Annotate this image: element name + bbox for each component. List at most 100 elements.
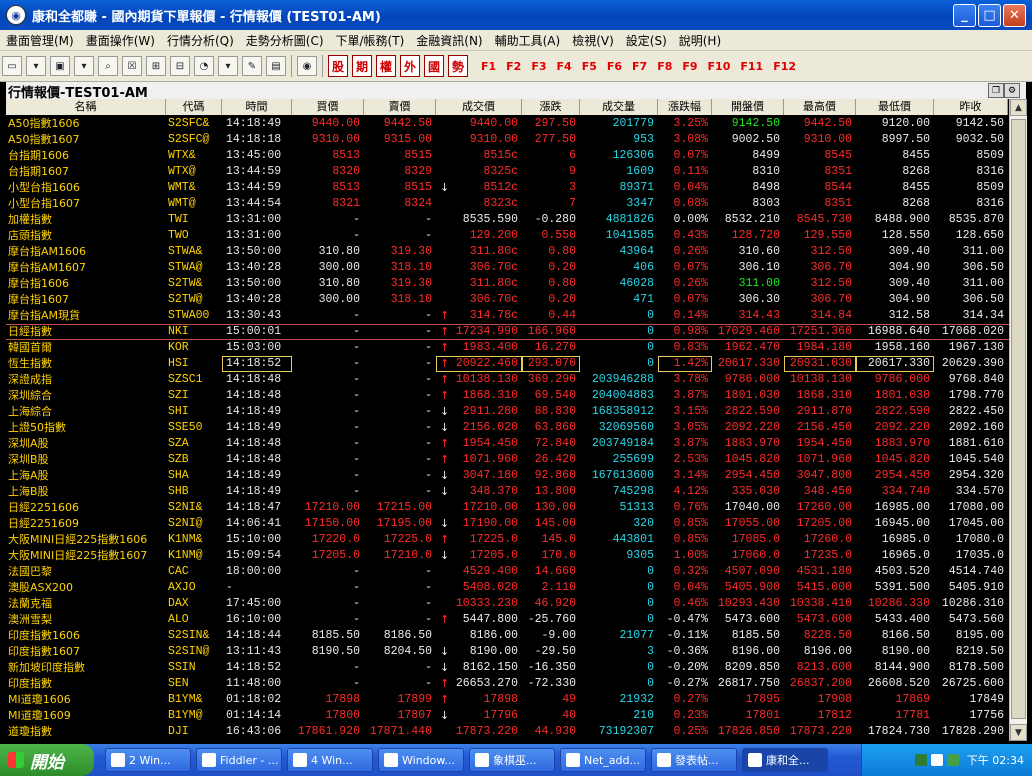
cell-name[interactable]: 印度指數 [6, 676, 166, 692]
column-header-low[interactable]: 最低價 [856, 99, 934, 115]
cell-name[interactable]: 上證50指數 [6, 420, 166, 436]
cell-name[interactable]: 深圳B股 [6, 452, 166, 468]
fkey-button-9[interactable]: F10 [708, 60, 731, 73]
fkey-button-2[interactable]: F3 [531, 60, 546, 73]
column-header-name[interactable]: 名稱 [6, 99, 166, 115]
panel-icon[interactable]: ⊟ [170, 56, 190, 76]
close-window-icon[interactable]: ☒ [122, 56, 142, 76]
market-button-0[interactable]: 股 [328, 55, 348, 77]
column-header-ask[interactable]: 賣價 [364, 99, 436, 115]
cell-name[interactable]: MI道瓊1606 [6, 692, 166, 708]
cell-name[interactable]: 摩台指1606 [6, 276, 166, 292]
cell-name[interactable]: 摩台指1607 [6, 292, 166, 308]
cell-name[interactable]: 店頭指數 [6, 228, 166, 244]
cell-name[interactable]: 摩台指AM1607 [6, 260, 166, 276]
cell-name[interactable]: 印度指數1606 [6, 628, 166, 644]
quote-table[interactable]: 名稱 代碼 時間 買價 賣價 成交價 漲跌 成交量 漲跌幅 開盤價 最高價 最低價 昨收 A50指數160… [6, 99, 1009, 741]
menu-item-5[interactable]: 金融資訊(N) [410, 32, 488, 49]
cell-name[interactable]: 深圳綜合 [6, 388, 166, 404]
fkey-button-10[interactable]: F11 [740, 60, 763, 73]
taskbar-item-5[interactable]: Net_add... [560, 748, 646, 772]
cell-name[interactable]: 上海綜合 [6, 404, 166, 420]
cell-name[interactable]: 深圳A股 [6, 436, 166, 452]
column-header-price[interactable]: 成交價 [436, 99, 522, 115]
menu-item-2[interactable]: 行情分析(Q) [161, 32, 240, 49]
layout-icon[interactable]: ▭ [2, 56, 22, 76]
fkey-button-1[interactable]: F2 [506, 60, 521, 73]
menu-item-9[interactable]: 說明(H) [673, 32, 727, 49]
column-header-chg[interactable]: 漲跌 [522, 99, 580, 115]
shield-icon[interactable] [946, 754, 959, 766]
maximize-button[interactable]: □ [978, 4, 1001, 27]
cell-name[interactable]: A50指數1607 [6, 132, 166, 148]
scroll-thumb[interactable] [1011, 119, 1026, 719]
settings-icon[interactable]: ⚙ [1004, 83, 1020, 98]
cell-name[interactable]: 小型台指1606 [6, 180, 166, 196]
fkey-button-7[interactable]: F8 [657, 60, 672, 73]
restore-icon[interactable]: ❐ [988, 83, 1004, 98]
menu-item-7[interactable]: 檢視(V) [566, 32, 620, 49]
column-header-pct[interactable]: 漲跌幅 [658, 99, 712, 115]
cell-name[interactable]: 恆生指數 [6, 356, 166, 372]
column-header-time[interactable]: 時間 [222, 99, 292, 115]
fkey-button-0[interactable]: F1 [481, 60, 496, 73]
cell-name[interactable]: 日經指數 [6, 324, 166, 340]
start-button[interactable]: 開始 [0, 744, 94, 776]
menu-item-1[interactable]: 畫面操作(W) [80, 32, 161, 49]
menu-item-8[interactable]: 設定(S) [620, 32, 673, 49]
market-button-4[interactable]: 國 [424, 55, 444, 77]
cell-name[interactable]: 摩台指AM現貨 [6, 308, 166, 324]
fkey-button-3[interactable]: F4 [557, 60, 572, 73]
cell-name[interactable]: 印度指數1607 [6, 644, 166, 660]
grid-icon[interactable]: ⊞ [146, 56, 166, 76]
dropdown-arrow-icon[interactable]: ▾ [218, 56, 238, 76]
market-button-5[interactable]: 勢 [448, 55, 468, 77]
cell-name[interactable]: 深證成指 [6, 372, 166, 388]
logo-button-icon[interactable]: ◉ [297, 56, 317, 76]
cell-name[interactable]: 法國巴黎 [6, 564, 166, 580]
taskbar-item-4[interactable]: 象棋巫... [469, 748, 555, 772]
pen-icon[interactable]: ✎ [242, 56, 262, 76]
column-header-bid[interactable]: 買價 [292, 99, 364, 115]
taskbar-item-1[interactable]: Fiddler - ... [196, 748, 282, 772]
scroll-up-icon[interactable]: ▲ [1010, 99, 1027, 116]
fkey-button-4[interactable]: F5 [582, 60, 597, 73]
cell-name[interactable]: 韓國首爾 [6, 340, 166, 356]
column-header-prev[interactable]: 昨收 [934, 99, 1008, 115]
dropdown-arrow-icon[interactable]: ▾ [74, 56, 94, 76]
column-header-open[interactable]: 開盤價 [712, 99, 784, 115]
cell-name[interactable]: 大阪MINI日經225指數1607 [6, 548, 166, 564]
fkey-button-11[interactable]: F12 [773, 60, 796, 73]
market-button-2[interactable]: 權 [376, 55, 396, 77]
taskbar-item-0[interactable]: 2 Win... [105, 748, 191, 772]
cell-name[interactable]: 新加坡印度指數 [6, 660, 166, 676]
menu-item-3[interactable]: 走勢分析圖(C) [240, 32, 330, 49]
fkey-button-5[interactable]: F6 [607, 60, 622, 73]
cell-name[interactable]: A50指數1606 [6, 116, 166, 132]
cell-name[interactable]: 澳洲雪梨 [6, 612, 166, 628]
column-header-high[interactable]: 最高價 [784, 99, 856, 115]
cell-name[interactable]: 道瓊指數 [6, 724, 166, 740]
cell-name[interactable]: 小型台指1607 [6, 196, 166, 212]
close-button[interactable]: ✕ [1003, 4, 1026, 27]
menu-item-0[interactable]: 畫面管理(M) [0, 32, 80, 49]
taskbar-item-6[interactable]: 發表帖... [651, 748, 737, 772]
cell-name[interactable]: MI道瓊1609 [6, 708, 166, 724]
cell-name[interactable]: 澳股ASX200 [6, 580, 166, 596]
title-bar[interactable]: ◉ 康和全都賺 - 國內期貨下單報價 - 行情報價 (TEST01-AM) _ … [0, 0, 1032, 30]
menu-item-4[interactable]: 下單/帳務(T) [330, 32, 411, 49]
volume-icon[interactable] [930, 754, 943, 766]
menu-item-6[interactable]: 輔助工具(A) [489, 32, 567, 49]
taskbar-item-3[interactable]: Window... [378, 748, 464, 772]
cell-name[interactable]: 大阪MINI日經225指數1606 [6, 532, 166, 548]
column-header-vol[interactable]: 成交量 [580, 99, 658, 115]
window-icon[interactable]: ▤ [266, 56, 286, 76]
vertical-scrollbar[interactable]: ▲ ▼ [1009, 99, 1027, 741]
taskbar-item-7[interactable]: 康和全... [742, 748, 828, 772]
cell-name[interactable]: 台指期1607 [6, 164, 166, 180]
monitor-icon[interactable]: ▣ [50, 56, 70, 76]
cell-name[interactable]: 法蘭克福 [6, 596, 166, 612]
fkey-button-8[interactable]: F9 [682, 60, 697, 73]
cell-name[interactable]: 加權指數 [6, 212, 166, 228]
network-icon[interactable] [914, 754, 927, 766]
